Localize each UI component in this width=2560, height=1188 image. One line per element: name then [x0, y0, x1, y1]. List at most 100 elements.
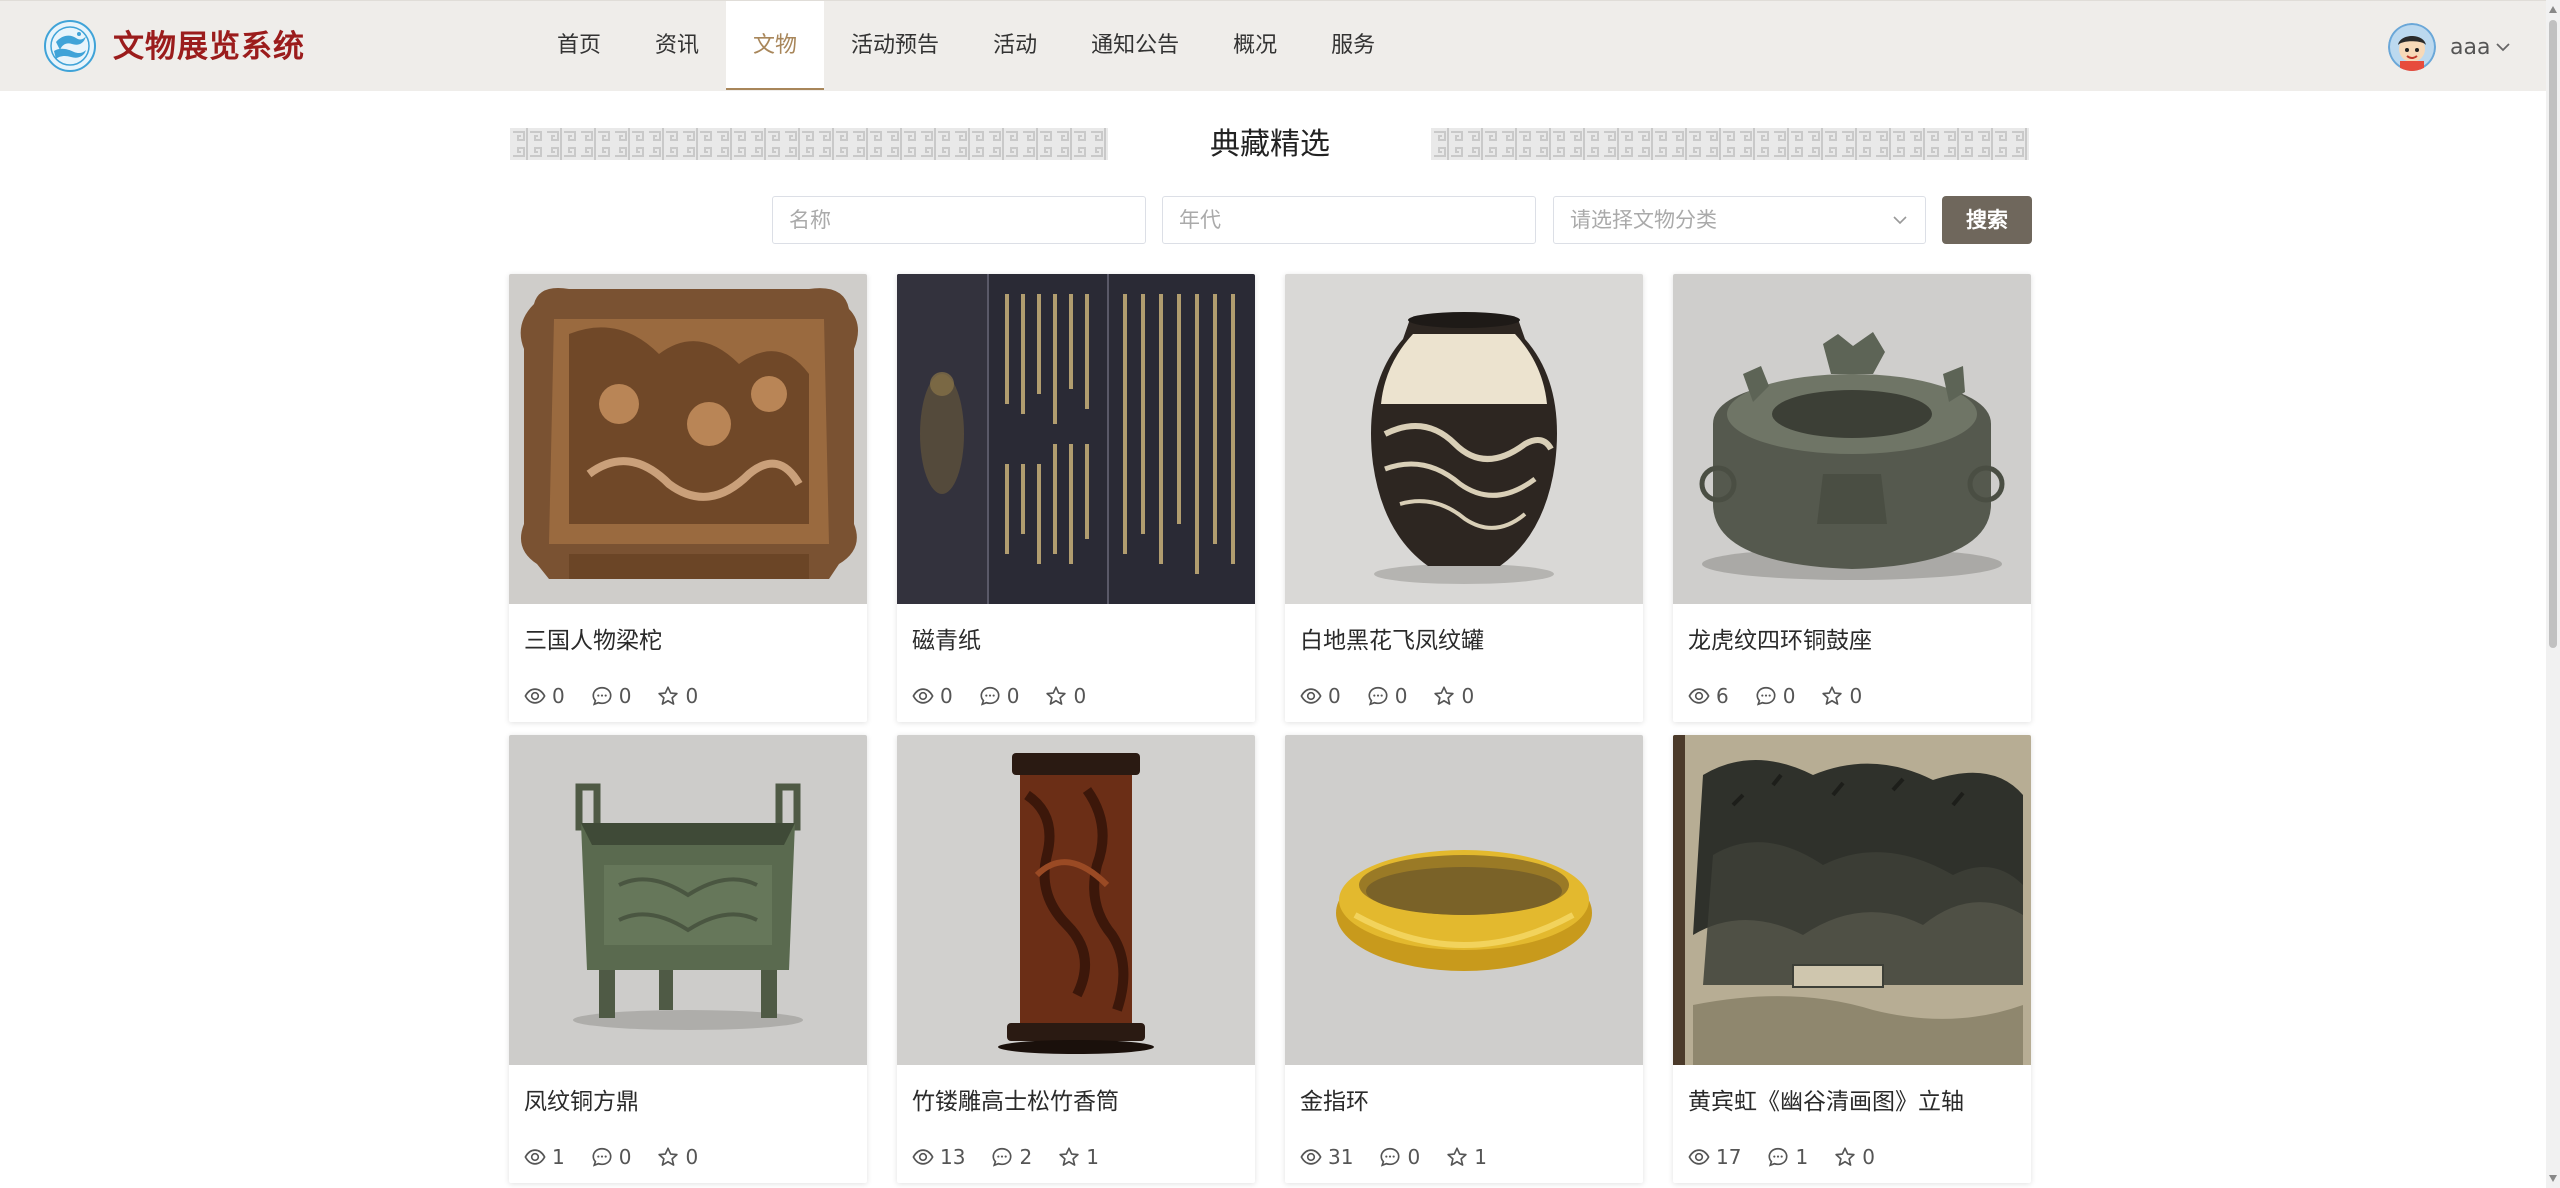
- view-count: 0: [1328, 684, 1341, 708]
- artifact-card[interactable]: 竹镂雕高士松竹香筒 13 2 1: [897, 735, 1255, 1183]
- nav-events[interactable]: 活动: [966, 1, 1064, 90]
- comment-icon: [979, 685, 1001, 707]
- favorite-count: 0: [1073, 684, 1087, 708]
- comment-count: 0: [1782, 684, 1796, 708]
- nav-services[interactable]: 服务: [1304, 1, 1402, 90]
- eye-icon: [1688, 685, 1710, 707]
- nav-event-preview[interactable]: 活动预告: [824, 1, 966, 90]
- comment-count: 1: [1795, 1145, 1809, 1169]
- view-count: 31: [1328, 1145, 1354, 1169]
- artifact-stats: 0 0 0: [1300, 684, 1500, 708]
- scroll-down-icon[interactable]: [2549, 1175, 2557, 1182]
- star-icon[interactable]: [1058, 1146, 1080, 1168]
- star-icon[interactable]: [657, 685, 679, 707]
- artifact-name[interactable]: 白地黑花飞凤纹罐: [1300, 626, 1484, 656]
- artifact-name[interactable]: 三国人物梁柁: [524, 626, 662, 656]
- wood-carving-image[interactable]: [509, 274, 867, 604]
- view-count: 6: [1716, 684, 1729, 708]
- artifact-name[interactable]: 金指环: [1300, 1087, 1369, 1117]
- name-search-input[interactable]: [772, 196, 1146, 244]
- artifact-card[interactable]: 磁青纸 0 0 0: [897, 274, 1255, 722]
- view-count: 17: [1716, 1145, 1742, 1169]
- artifact-stats: 17 1 0: [1688, 1145, 1901, 1169]
- section-title: 典藏精选: [1210, 127, 1330, 162]
- scripture-image[interactable]: [897, 274, 1255, 604]
- nav-artifacts[interactable]: 文物: [726, 1, 825, 90]
- star-icon[interactable]: [1433, 685, 1455, 707]
- favorite-count: 0: [685, 684, 699, 708]
- comment-icon: [991, 1146, 1013, 1168]
- eye-icon: [912, 685, 934, 707]
- comment-icon: [591, 1146, 613, 1168]
- artifact-card[interactable]: 龙虎纹四环铜鼓座 6 0 0: [1673, 274, 2031, 722]
- category-select[interactable]: 请选择文物分类: [1553, 196, 1926, 244]
- eye-icon: [1300, 685, 1322, 707]
- page-scrollbar[interactable]: [2546, 0, 2560, 1188]
- landscape-painting-image[interactable]: [1673, 735, 2031, 1065]
- era-search-input[interactable]: [1162, 196, 1536, 244]
- star-icon[interactable]: [1834, 1146, 1856, 1168]
- chevron-down-icon: [1893, 216, 1907, 225]
- favorite-count: 0: [1849, 684, 1863, 708]
- comment-count: 0: [1006, 684, 1020, 708]
- star-icon[interactable]: [1045, 685, 1067, 707]
- favorite-count: 1: [1474, 1145, 1487, 1169]
- scroll-up-icon[interactable]: [2549, 6, 2557, 13]
- favorite-count: 0: [1862, 1145, 1875, 1169]
- artifact-stats: 1 0 0: [524, 1145, 724, 1169]
- comment-icon: [1379, 1146, 1401, 1168]
- nav-notices[interactable]: 通知公告: [1064, 1, 1206, 90]
- scroll-thumb[interactable]: [2549, 20, 2557, 648]
- eye-icon: [912, 1146, 934, 1168]
- artifact-name[interactable]: 磁青纸: [912, 626, 981, 656]
- nav-overview[interactable]: 概况: [1206, 1, 1304, 90]
- comment-count: 2: [1019, 1145, 1033, 1169]
- favorite-count: 0: [685, 1145, 699, 1169]
- comment-count: 0: [1394, 684, 1408, 708]
- artifact-name[interactable]: 竹镂雕高士松竹香筒: [912, 1087, 1119, 1117]
- star-icon[interactable]: [657, 1146, 679, 1168]
- username[interactable]: aaa: [2450, 35, 2490, 60]
- user-menu[interactable]: aaa: [2388, 23, 2512, 71]
- search-button[interactable]: 搜索: [1942, 196, 2032, 244]
- artifact-stats: 0 0 0: [524, 684, 724, 708]
- eye-icon: [1688, 1146, 1710, 1168]
- artifact-stats: 6 0 0: [1688, 684, 1888, 708]
- comment-count: 0: [618, 1145, 632, 1169]
- artifact-stats: 13 2 1: [912, 1145, 1125, 1169]
- artifact-card[interactable]: 黄宾虹《幽谷清画图》立轴 17 1 0: [1673, 735, 2031, 1183]
- comment-icon: [1755, 685, 1777, 707]
- artifact-stats: 31 0 1: [1300, 1145, 1513, 1169]
- top-header: 文物展览系统 首页 资讯 文物 活动预告 活动 通知公告 概况 服务 aaa: [0, 0, 2546, 91]
- ceramic-jar-image[interactable]: [1285, 274, 1643, 604]
- decorative-pattern-right: [1431, 128, 2029, 160]
- artifact-name[interactable]: 龙虎纹四环铜鼓座: [1688, 626, 1872, 656]
- logo-icon[interactable]: [44, 20, 96, 72]
- view-count: 0: [552, 684, 565, 708]
- bronze-ding-image[interactable]: [509, 735, 867, 1065]
- comment-icon: [1367, 685, 1389, 707]
- artifact-card[interactable]: 三国人物梁柁 0 0 0: [509, 274, 867, 722]
- artifact-name[interactable]: 黄宾虹《幽谷清画图》立轴: [1688, 1087, 1964, 1117]
- view-count: 1: [552, 1145, 565, 1169]
- nav-news[interactable]: 资讯: [628, 1, 726, 90]
- star-icon[interactable]: [1821, 685, 1843, 707]
- artifact-card[interactable]: 白地黑花飞凤纹罐 0 0 0: [1285, 274, 1643, 722]
- chevron-down-icon[interactable]: [2494, 38, 2512, 56]
- artifact-card[interactable]: 凤纹铜方鼎 1 0 0: [509, 735, 867, 1183]
- favorite-count: 1: [1086, 1145, 1099, 1169]
- star-icon[interactable]: [1446, 1146, 1468, 1168]
- nav-home[interactable]: 首页: [530, 1, 628, 90]
- comment-icon: [591, 685, 613, 707]
- gold-ring-image[interactable]: [1285, 735, 1643, 1065]
- bamboo-incense-tube-image[interactable]: [897, 735, 1255, 1065]
- eye-icon: [524, 685, 546, 707]
- site-title: 文物展览系统: [113, 29, 305, 65]
- artifact-name[interactable]: 凤纹铜方鼎: [524, 1087, 639, 1117]
- view-count: 0: [940, 684, 953, 708]
- eye-icon: [1300, 1146, 1322, 1168]
- bronze-drum-base-image[interactable]: [1673, 274, 2031, 604]
- comment-count: 0: [618, 684, 632, 708]
- artifact-card[interactable]: 金指环 31 0 1: [1285, 735, 1643, 1183]
- avatar-icon[interactable]: [2388, 23, 2436, 71]
